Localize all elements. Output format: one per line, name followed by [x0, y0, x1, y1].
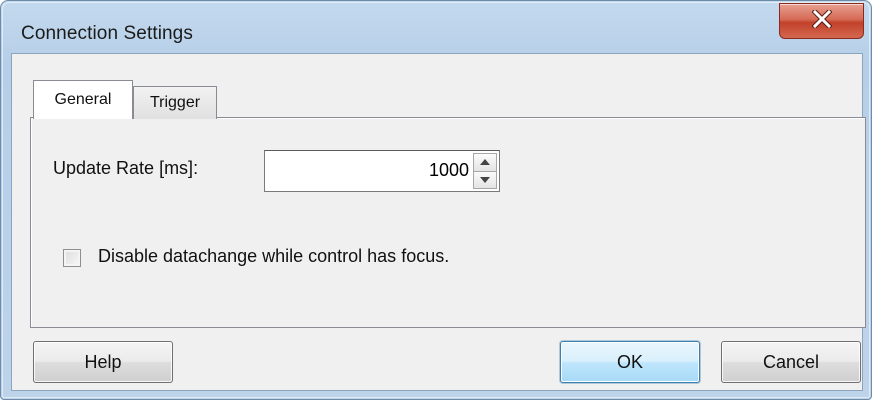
cancel-button[interactable]: Cancel: [721, 341, 861, 383]
help-button-label: Help: [84, 351, 122, 372]
ok-button[interactable]: OK: [560, 341, 700, 383]
tab-trigger-label: Trigger: [149, 94, 201, 111]
update-rate-value[interactable]: 1000: [429, 160, 469, 181]
window-title: Connection Settings: [21, 23, 193, 44]
ok-button-label: OK: [616, 351, 643, 372]
disable-datachange-checkbox[interactable]: [63, 249, 81, 267]
chevron-up-icon: [480, 159, 490, 166]
spin-up-button[interactable]: [473, 153, 497, 172]
spin-down-button[interactable]: [473, 171, 497, 189]
spin-buttons: [473, 153, 497, 189]
dialog-window: Connection Settings Trigger General Upda…: [0, 0, 872, 400]
chevron-down-icon: [480, 176, 490, 183]
tab-general-label: General: [54, 91, 112, 108]
tab-panel-general: [30, 117, 866, 328]
tab-general[interactable]: General: [33, 80, 133, 119]
disable-datachange-label[interactable]: Disable datachange while control has foc…: [98, 246, 449, 267]
cancel-button-label: Cancel: [762, 351, 820, 372]
close-icon: [810, 7, 833, 33]
update-rate-stepper[interactable]: 1000: [264, 150, 500, 192]
update-rate-label: Update Rate [ms]:: [53, 158, 199, 178]
close-button[interactable]: [779, 3, 864, 39]
tab-trigger[interactable]: Trigger: [133, 86, 217, 119]
help-button[interactable]: Help: [33, 341, 173, 383]
